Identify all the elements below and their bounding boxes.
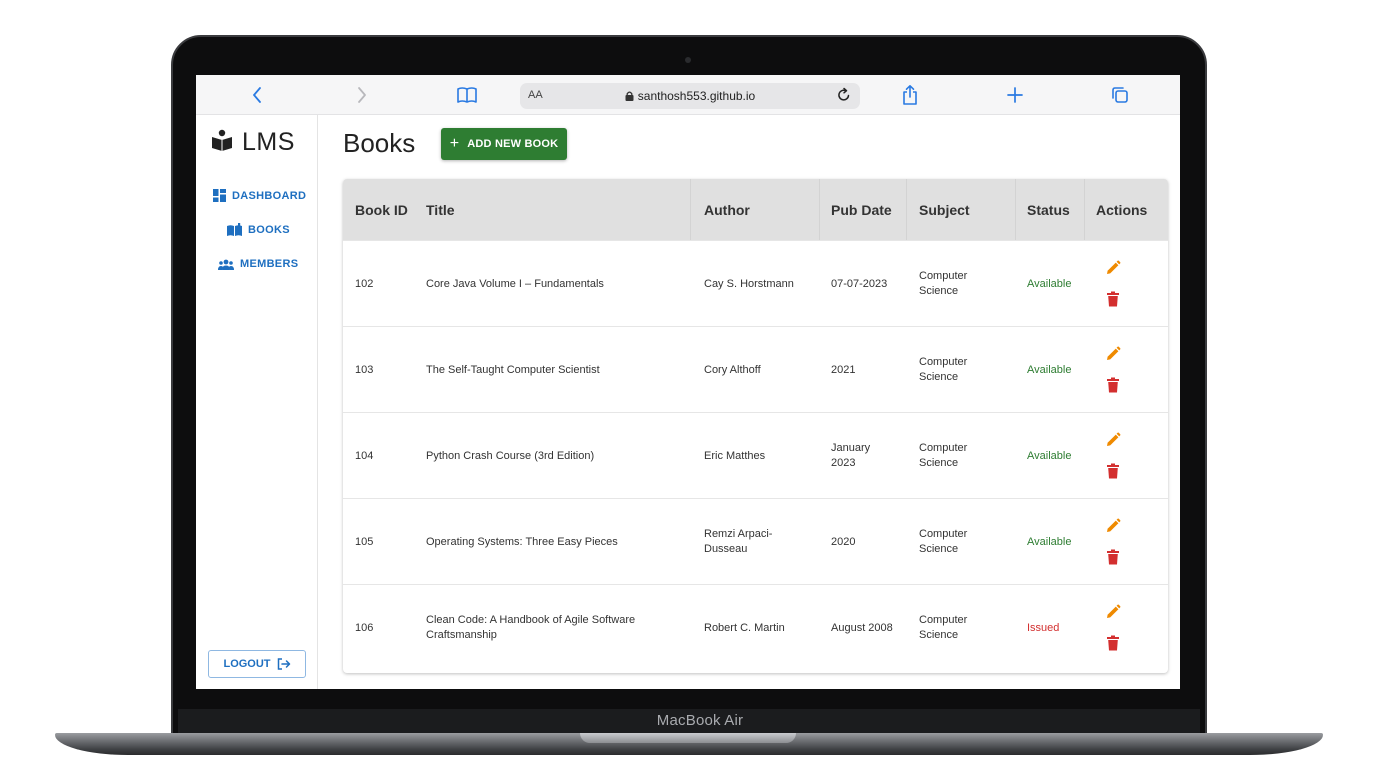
cell-book-id: 105	[355, 535, 374, 548]
cell-subject: Computer Science	[919, 528, 968, 555]
forward-icon[interactable]	[350, 83, 374, 107]
address-bar[interactable]: AA santhosh553.github.io	[520, 83, 860, 109]
column-header-author[interactable]: Author	[704, 179, 750, 240]
page-title: Books	[343, 128, 416, 158]
column-header-subject[interactable]: Subject	[919, 179, 970, 240]
edit-icon[interactable]	[1103, 518, 1123, 534]
sidebar-item-label: BOOKS	[248, 223, 290, 236]
table-row: 104 Python Crash Course (3rd Edition) Er…	[343, 412, 1168, 498]
column-header-book-id[interactable]: Book ID	[355, 179, 411, 240]
cell-pub-date: 2020	[831, 535, 856, 548]
sidebar: LMS DASHBOARD BOOKS MEMBERS LOGOUT	[196, 115, 318, 689]
delete-icon[interactable]	[1103, 635, 1123, 651]
members-icon	[218, 259, 234, 270]
cell-pub-date: January 2023	[831, 442, 871, 469]
camera	[685, 57, 691, 63]
cell-pub-date: 2021	[831, 363, 856, 376]
sidebar-item-dashboard[interactable]: DASHBOARD	[213, 189, 306, 202]
reload-icon[interactable]	[836, 87, 852, 108]
brand-title: LMS	[242, 128, 295, 156]
cell-author: Cory Althoff	[704, 363, 761, 376]
column-header-pub-date[interactable]: Pub Date	[831, 179, 892, 240]
cell-subject: Computer Science	[919, 356, 968, 383]
delete-icon[interactable]	[1103, 463, 1123, 479]
books-icon	[227, 223, 242, 236]
edit-icon[interactable]	[1103, 346, 1123, 362]
cell-title: Clean Code: A Handbook of Agile Software…	[426, 614, 636, 641]
new-tab-icon[interactable]	[1003, 83, 1027, 107]
cell-author: Cay S. Horstmann	[704, 277, 794, 290]
sidebar-item-members[interactable]: MEMBERS	[218, 258, 298, 270]
sidebar-item-label: MEMBERS	[240, 258, 299, 270]
cell-author: Remzi Arpaci-Dusseau	[704, 528, 773, 555]
brand[interactable]: LMS	[210, 128, 295, 157]
table-row: 102 Core Java Volume I – Fundamentals Ca…	[343, 240, 1168, 326]
cell-title: Core Java Volume I – Fundamentals	[426, 277, 604, 290]
edit-icon[interactable]	[1103, 432, 1123, 448]
base-notch	[580, 733, 796, 743]
table-row: 103 The Self-Taught Computer Scientist C…	[343, 326, 1168, 412]
edit-icon[interactable]	[1103, 260, 1123, 276]
reader-logo-icon	[210, 128, 234, 157]
add-new-book-label: ADD NEW BOOK	[467, 138, 559, 150]
sidebar-item-label: DASHBOARD	[232, 189, 307, 202]
cell-status: Available	[1027, 449, 1072, 462]
column-divider	[690, 179, 691, 240]
model-label: MacBook Air	[656, 712, 744, 729]
cell-book-id: 104	[355, 449, 374, 462]
column-header-actions: Actions	[1096, 201, 1148, 218]
plus-icon: +	[449, 134, 460, 152]
cell-book-id: 102	[355, 277, 374, 290]
tabs-icon[interactable]	[1108, 83, 1132, 107]
table-row: 106 Clean Code: A Handbook of Agile Soft…	[343, 584, 1168, 670]
screen: AA santhosh553.github.io LMS DASHBOARD B…	[196, 75, 1180, 689]
cell-author: Eric Matthes	[704, 449, 766, 462]
cell-status: Available	[1027, 363, 1072, 376]
cell-status: Issued	[1027, 621, 1060, 634]
edit-icon[interactable]	[1103, 604, 1123, 620]
sidebar-item-books[interactable]: BOOKS	[227, 223, 290, 236]
browser-toolbar: AA santhosh553.github.io	[196, 75, 1180, 115]
column-divider	[1084, 179, 1085, 240]
table-row: 105 Operating Systems: Three Easy Pieces…	[343, 498, 1168, 584]
lock-icon	[625, 90, 634, 101]
delete-icon[interactable]	[1103, 291, 1123, 307]
cell-book-id: 103	[355, 363, 374, 376]
share-icon[interactable]	[898, 83, 922, 107]
cell-pub-date: 07-07-2023	[831, 277, 888, 290]
cell-title: The Self-Taught Computer Scientist	[426, 363, 600, 376]
cell-subject: Computer Science	[919, 270, 968, 297]
cell-author: Robert C. Martin	[704, 621, 785, 634]
url-value: santhosh553.github.io	[637, 89, 756, 103]
cell-subject: Computer Science	[919, 614, 968, 641]
delete-icon[interactable]	[1103, 549, 1123, 565]
cell-title: Python Crash Course (3rd Edition)	[426, 449, 595, 462]
delete-icon[interactable]	[1103, 377, 1123, 393]
cell-status: Available	[1027, 535, 1072, 548]
cell-book-id: 106	[355, 621, 374, 634]
back-icon[interactable]	[245, 83, 269, 107]
column-header-status[interactable]: Status	[1027, 179, 1070, 240]
column-header-title[interactable]: Title	[426, 179, 455, 240]
bookmarks-icon[interactable]	[455, 83, 479, 107]
column-divider	[906, 179, 907, 240]
cell-subject: Computer Science	[919, 442, 968, 469]
column-divider	[819, 179, 820, 240]
column-divider	[1015, 179, 1016, 240]
logout-label: LOGOUT	[223, 658, 271, 670]
dashboard-icon	[213, 189, 226, 202]
add-new-book-button[interactable]: + ADD NEW BOOK	[441, 128, 567, 160]
table-header: Book ID Title Author Pub Date Subject St…	[343, 179, 1168, 240]
cell-pub-date: August 2008	[831, 621, 893, 634]
logout-button[interactable]: LOGOUT	[208, 650, 306, 678]
logout-icon	[277, 658, 291, 670]
url-text: santhosh553.github.io	[520, 89, 860, 103]
cell-status: Available	[1027, 277, 1072, 290]
cell-title: Operating Systems: Three Easy Pieces	[426, 535, 618, 548]
books-table: Book ID Title Author Pub Date Subject St…	[343, 179, 1168, 673]
